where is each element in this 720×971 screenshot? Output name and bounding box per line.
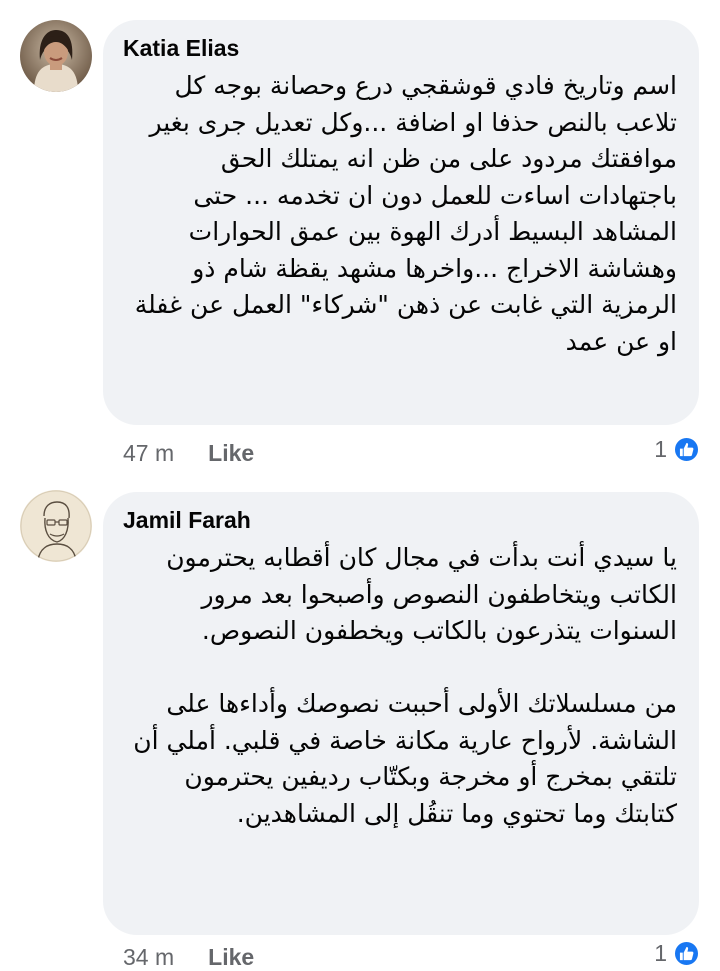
comment-meta: 34 m Like <box>123 944 254 971</box>
reaction-summary[interactable]: 1 <box>654 436 700 463</box>
avatar[interactable] <box>20 20 92 92</box>
thumbs-up-icon <box>673 940 700 967</box>
reaction-count: 1 <box>654 940 667 966</box>
comment-text: اسم وتاريخ فادي قوشقجي درع وحصانة بوجه ك… <box>123 68 677 360</box>
avatar[interactable] <box>20 490 92 562</box>
comment-paragraph: من مسلسلاتك الأولى أحببت نصوصك وأداءها ع… <box>133 689 677 828</box>
comment-timestamp[interactable]: 34 m <box>123 944 174 971</box>
comment-paragraph: يا سيدي أنت بدأت في مجال كان أقطابه يحتر… <box>166 543 677 645</box>
comment-author[interactable]: Katia Elias <box>123 34 677 62</box>
comment-bubble: Katia Elias اسم وتاريخ فادي قوشقجي درع و… <box>103 20 699 425</box>
thumbs-up-icon <box>673 436 700 463</box>
comment-paragraph: اسم وتاريخ فادي قوشقجي درع وحصانة بوجه ك… <box>134 71 677 356</box>
comment-timestamp[interactable]: 47 m <box>123 440 174 467</box>
comment-author[interactable]: Jamil Farah <box>123 506 677 534</box>
profile-sketch-man-icon <box>20 490 92 562</box>
reaction-count: 1 <box>654 436 667 462</box>
comment-meta: 47 m Like <box>123 440 254 467</box>
reaction-summary[interactable]: 1 <box>654 940 700 967</box>
comment-bubble: Jamil Farah يا سيدي أنت بدأت في مجال كان… <box>103 492 699 935</box>
like-button[interactable]: Like <box>208 440 254 467</box>
like-button[interactable]: Like <box>208 944 254 971</box>
profile-photo-woman-icon <box>20 20 92 92</box>
comment-text: يا سيدي أنت بدأت في مجال كان أقطابه يحتر… <box>123 540 677 832</box>
